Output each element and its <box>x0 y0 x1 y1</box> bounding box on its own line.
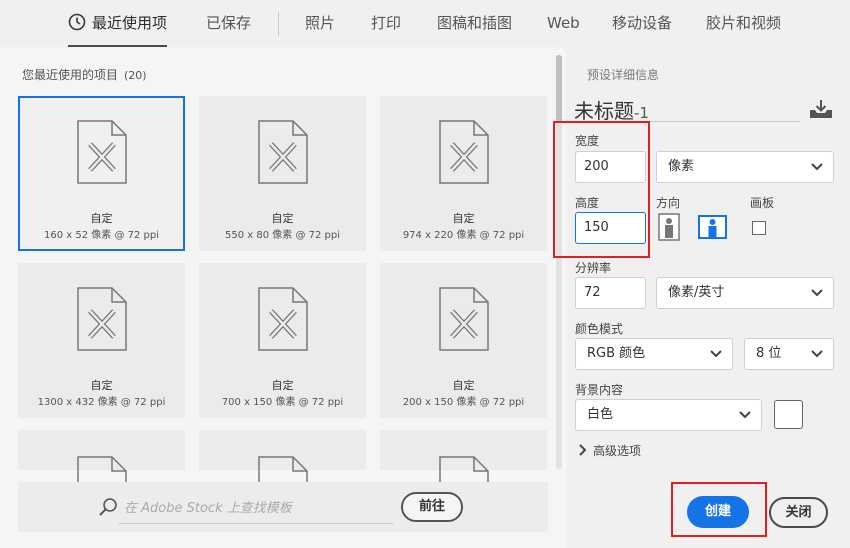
artboard-checkbox[interactable] <box>752 221 766 235</box>
resolution-unit-value: 像素/英寸 <box>668 285 725 300</box>
preset-card[interactable] <box>18 430 185 520</box>
stock-search-bar: 在 Adobe Stock 上查找模板 前往 <box>18 482 548 532</box>
preset-card[interactable]: 自定 700 x 150 像素 @ 72 ppi <box>199 263 366 418</box>
height-input[interactable]: 150 <box>575 212 646 244</box>
advanced-options-label: 高级选项 <box>593 444 642 458</box>
document-name: 未标题 <box>574 99 634 123</box>
tab-art-illustration[interactable]: 图稿和插图 <box>437 0 512 47</box>
document-name-suffix: -1 <box>634 104 649 122</box>
tab-recent[interactable]: 最近使用项 <box>68 0 168 47</box>
chevron-down-icon <box>710 350 722 358</box>
recent-title: 您最近使用的项目 (20) <box>22 66 147 83</box>
document-icon <box>439 287 489 351</box>
background-select[interactable]: 白色 <box>575 399 762 431</box>
preset-dims: 974 x 220 像素 @ 72 ppi <box>402 230 525 241</box>
stock-search-input[interactable]: 在 Adobe Stock 上查找模板 <box>124 497 292 516</box>
preset-dims: 700 x 150 像素 @ 72 ppi <box>221 397 344 408</box>
preset-card[interactable]: 自定 160 x 52 像素 @ 72 ppi <box>18 96 185 251</box>
recent-panel: 您最近使用的项目 (20) 自定 160 x 52 像素 @ 72 ppi 自定 … <box>0 47 566 548</box>
close-button[interactable]: 关闭 <box>769 497 828 528</box>
bit-depth-select[interactable]: 8 位 <box>744 338 834 370</box>
scrollbar[interactable] <box>556 55 562 469</box>
artboard-label: 画板 <box>750 196 775 210</box>
preset-card[interactable]: 自定 974 x 220 像素 @ 72 ppi <box>380 96 547 251</box>
chevron-down-icon <box>811 289 823 297</box>
background-label: 背景内容 <box>575 383 624 397</box>
recent-count: (20) <box>124 69 147 82</box>
document-icon <box>77 120 127 184</box>
tab-print[interactable]: 打印 <box>371 0 401 47</box>
tab-recent-label: 最近使用项 <box>92 14 168 32</box>
chevron-down-icon <box>811 350 823 358</box>
preset-name: 自定 <box>271 379 294 392</box>
preset-dims: 550 x 80 像素 @ 72 ppi <box>225 230 340 241</box>
advanced-options-toggle[interactable]: 高级选项 <box>579 442 641 459</box>
document-icon <box>77 287 127 351</box>
preset-details-title: 预设详细信息 <box>587 68 660 82</box>
width-input[interactable]: 200 <box>575 151 646 183</box>
background-color-swatch[interactable] <box>774 400 803 429</box>
tab-saved[interactable]: 已保存 <box>206 0 251 47</box>
document-name-underline <box>574 121 800 122</box>
document-icon <box>258 287 308 351</box>
preset-dims: 200 x 150 像素 @ 72 ppi <box>402 397 525 408</box>
chevron-right-icon <box>579 444 587 456</box>
preset-card[interactable]: 自定 200 x 150 像素 @ 72 ppi <box>380 263 547 418</box>
height-label: 高度 <box>575 196 600 210</box>
portrait-orientation-icon[interactable] <box>658 213 680 241</box>
tab-film-video[interactable]: 胶片和视频 <box>706 0 781 47</box>
preset-card[interactable] <box>199 430 366 520</box>
preset-name: 自定 <box>452 212 475 225</box>
color-mode-select[interactable]: RGB 颜色 <box>575 338 733 370</box>
save-preset-icon[interactable] <box>809 99 833 119</box>
tab-bar: 最近使用项 已保存 照片 打印 图稿和插图 Web 移动设备 胶片和视频 <box>0 0 850 47</box>
preset-name: 自定 <box>90 379 113 392</box>
go-button[interactable]: 前往 <box>401 492 463 522</box>
width-unit-select[interactable]: 像素 <box>656 151 834 183</box>
preset-card[interactable]: 自定 1300 x 432 像素 @ 72 ppi <box>18 263 185 418</box>
preset-name: 自定 <box>452 379 475 392</box>
resolution-input[interactable]: 72 <box>575 277 646 309</box>
background-value: 白色 <box>587 407 614 422</box>
width-unit-value: 像素 <box>668 159 695 174</box>
scrollbar-thumb[interactable] <box>556 55 562 123</box>
width-label: 宽度 <box>575 134 600 148</box>
search-icon <box>99 498 117 516</box>
orientation-label: 方向 <box>656 196 681 210</box>
preset-name: 自定 <box>90 212 113 225</box>
landscape-orientation-icon[interactable] <box>698 215 727 239</box>
document-icon <box>258 120 308 184</box>
chevron-down-icon <box>739 411 751 419</box>
document-name-field[interactable]: 未标题-1 <box>574 95 649 124</box>
resolution-label: 分辨率 <box>575 261 612 275</box>
tab-mobile[interactable]: 移动设备 <box>612 0 672 47</box>
tab-divider <box>278 12 279 36</box>
color-mode-label: 颜色模式 <box>575 322 624 336</box>
create-button[interactable]: 创建 <box>687 496 749 528</box>
preset-card[interactable]: 自定 550 x 80 像素 @ 72 ppi <box>199 96 366 251</box>
clock-icon <box>68 13 86 31</box>
color-mode-value: RGB 颜色 <box>587 346 646 361</box>
preset-dims: 160 x 52 像素 @ 72 ppi <box>44 230 159 241</box>
tab-photo[interactable]: 照片 <box>305 0 335 47</box>
preset-details-panel: 预设详细信息 未标题-1 宽度 200 像素 高度 150 方向 画板 分辨率 … <box>566 47 850 548</box>
stock-search-underline <box>118 523 394 524</box>
preset-dims: 1300 x 432 像素 @ 72 ppi <box>37 397 166 408</box>
preset-card[interactable] <box>380 430 547 520</box>
tab-web[interactable]: Web <box>547 0 580 47</box>
document-icon <box>439 120 489 184</box>
preset-name: 自定 <box>271 212 294 225</box>
resolution-unit-select[interactable]: 像素/英寸 <box>656 277 834 309</box>
bit-depth-value: 8 位 <box>756 346 782 361</box>
chevron-down-icon <box>811 163 823 171</box>
recent-title-text: 您最近使用的项目 <box>22 68 119 82</box>
